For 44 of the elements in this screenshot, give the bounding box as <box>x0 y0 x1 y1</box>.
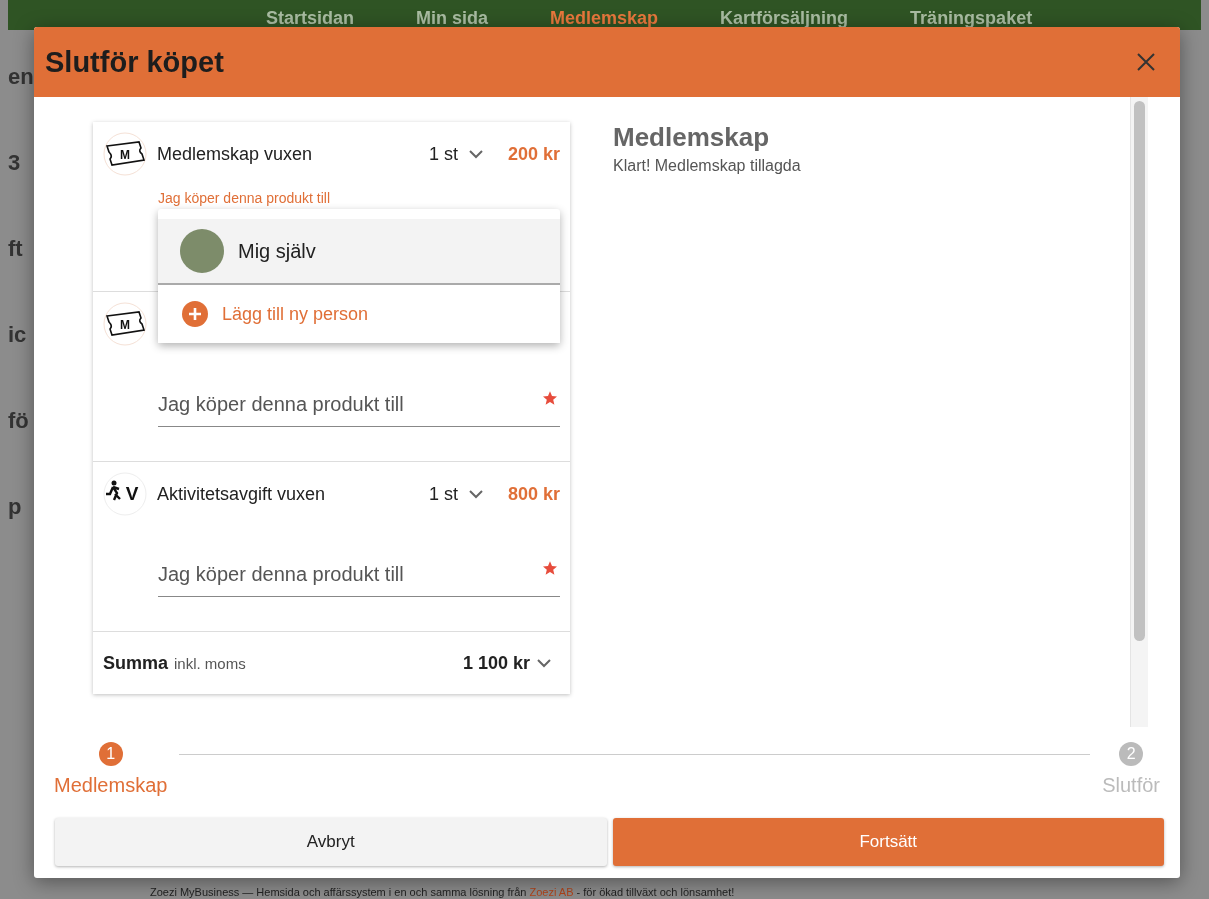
total-note: inkl. moms <box>174 654 247 672</box>
nav-link[interactable]: Träningspaket <box>910 10 1033 26</box>
background-text: ic <box>8 322 27 348</box>
chevron-down-icon[interactable] <box>467 489 484 499</box>
nav-link[interactable]: Medlemskap <box>550 10 659 26</box>
product-name: Medlemskap vuxen <box>157 143 314 165</box>
total-label: Summa <box>103 652 169 674</box>
dropdown-option[interactable]: Lägg till ny person <box>158 285 560 343</box>
quantity-select[interactable]: 1 st <box>428 483 458 505</box>
scrollbar[interactable] <box>1130 97 1148 727</box>
quantity-select[interactable]: 1 st <box>428 143 458 165</box>
nav-link[interactable]: Min sida <box>416 10 489 26</box>
summary-title: Medlemskap <box>613 122 771 153</box>
nav-link[interactable]: Kartförsäljning <box>720 10 849 26</box>
background-text: p <box>8 494 22 520</box>
step-number: 1 <box>98 742 123 766</box>
avatar-placeholder <box>180 229 224 273</box>
product-name: Aktivitetsavgift vuxen <box>157 483 327 505</box>
total-amount: 1 100 kr <box>462 652 530 674</box>
step-label: Medlemskap <box>54 774 168 797</box>
required-star-icon <box>542 560 558 576</box>
chevron-down-icon[interactable] <box>467 149 484 159</box>
dialog-title: Slutför köpet <box>45 45 224 79</box>
product-price: 200 kr <box>507 143 560 165</box>
background-text: en <box>8 64 34 90</box>
runner-icon: V <box>103 472 147 516</box>
continue-button[interactable]: Fortsätt <box>612 818 1164 866</box>
background-text: 3 <box>8 150 21 176</box>
dropdown-option[interactable]: Mig själv <box>158 219 560 285</box>
step-number: 2 <box>1119 742 1144 766</box>
product-price: 800 kr <box>507 483 560 505</box>
recipient-field[interactable]: Jag köper denna produkt till <box>158 382 560 427</box>
background-text: ft <box>8 236 23 262</box>
summary-message: Klart! Medlemskap tillagda <box>613 157 801 175</box>
required-star-icon <box>542 390 558 406</box>
plus-icon <box>182 301 208 327</box>
ticket-icon: M <box>103 302 147 346</box>
nav-link[interactable]: Startsidan <box>266 10 355 26</box>
recipient-field[interactable]: Jag köper denna produkt till <box>158 552 560 597</box>
step-label: Slutför <box>1102 774 1160 797</box>
chevron-down-icon[interactable] <box>536 658 552 668</box>
background-text: fö <box>8 408 29 434</box>
ticket-icon: M <box>103 132 147 176</box>
cancel-button[interactable]: Avbryt <box>55 818 607 866</box>
